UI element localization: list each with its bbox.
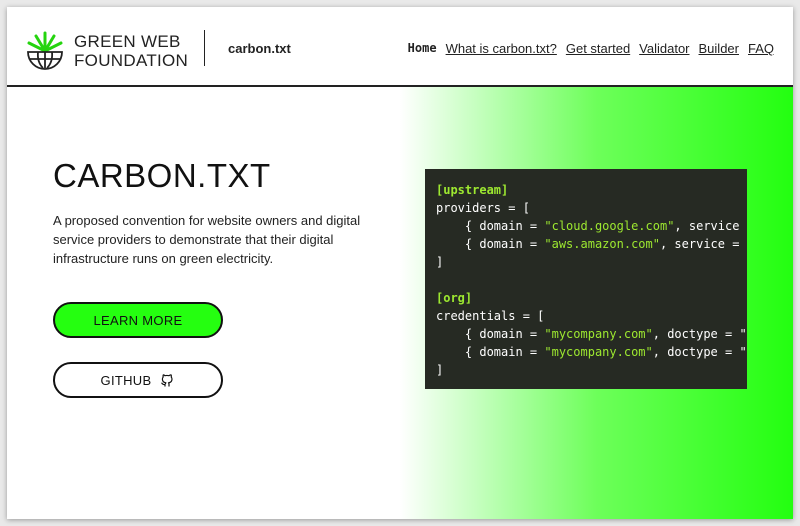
github-button[interactable]: GITHUB [53,362,223,398]
code-line: ] [436,253,747,271]
code-string: "mycompany.com" [544,327,653,341]
code-text: , service = ' [659,237,747,251]
brand-line-1: GREEN WEB [74,32,181,51]
code-line: { domain = "cloud.google.com", service =… [436,217,747,235]
learn-more-label: LEARN MORE [93,312,183,328]
hero-description: A proposed convention for website owners… [53,213,361,266]
nav-link-home[interactable]: Home [408,41,437,56]
code-text: { domain = [436,345,545,359]
nav-link-faq[interactable]: FAQ [748,41,774,56]
code-line: [org] [436,289,747,307]
code-line: { domain = "mycompany.com", doctype = "s [436,325,747,343]
code-text: ] [436,255,444,269]
learn-more-button[interactable]: LEARN MORE [53,302,223,338]
nav-link-get-started[interactable]: Get started [566,41,630,56]
code-text: { domain = [436,327,545,341]
code-line: { domain = "mycompany.com", doctype = "s [436,343,747,361]
code-section: [org] [436,291,473,305]
github-label: GITHUB [100,372,152,388]
code-string: "cloud.google.com" [544,219,675,233]
nav-link-builder[interactable]: Builder [699,41,739,56]
green-web-globe-icon[interactable] [26,30,64,70]
browser-page: GREEN WEB FOUNDATION carbon.txt Home Wha… [7,7,793,519]
site-header: GREEN WEB FOUNDATION carbon.txt Home Wha… [7,7,793,87]
brand-line-2: FOUNDATION [74,51,189,70]
main-nav: Home What is carbon.txt? Get started Val… [408,41,774,56]
code-text: providers = [ [436,201,530,215]
code-line: providers = [ [436,199,747,217]
code-text: , service = ' [674,219,747,233]
code-line: { domain = "aws.amazon.com", service = ' [436,235,747,253]
code-section: [upstream] [436,183,509,197]
github-icon [161,374,174,387]
code-line: ] [436,361,747,379]
header-divider [204,30,205,66]
brand-name[interactable]: GREEN WEB FOUNDATION [74,32,188,70]
code-line: [upstream] [436,181,747,199]
page-title: CARBON.TXT [53,157,271,194]
code-text: ] [436,363,444,377]
hero-section: CARBON.TXT A proposed convention for web… [7,87,793,519]
nav-link-what-is-carbon-txt[interactable]: What is carbon.txt? [446,41,557,56]
code-sample: [upstream] providers = [ { domain = "clou… [425,169,747,389]
code-string: "mycompany.com" [544,345,653,359]
code-string: "aws.amazon.com" [544,237,660,251]
site-name[interactable]: carbon.txt [228,41,291,56]
code-text: credentials = [ [436,309,545,323]
nav-link-validator[interactable]: Validator [639,41,689,56]
code-line: credentials = [ [436,307,747,325]
code-text: , doctype = "s [652,345,747,359]
code-text: { domain = [436,219,545,233]
code-text: { domain = [436,237,545,251]
code-text: , doctype = "s [652,327,747,341]
